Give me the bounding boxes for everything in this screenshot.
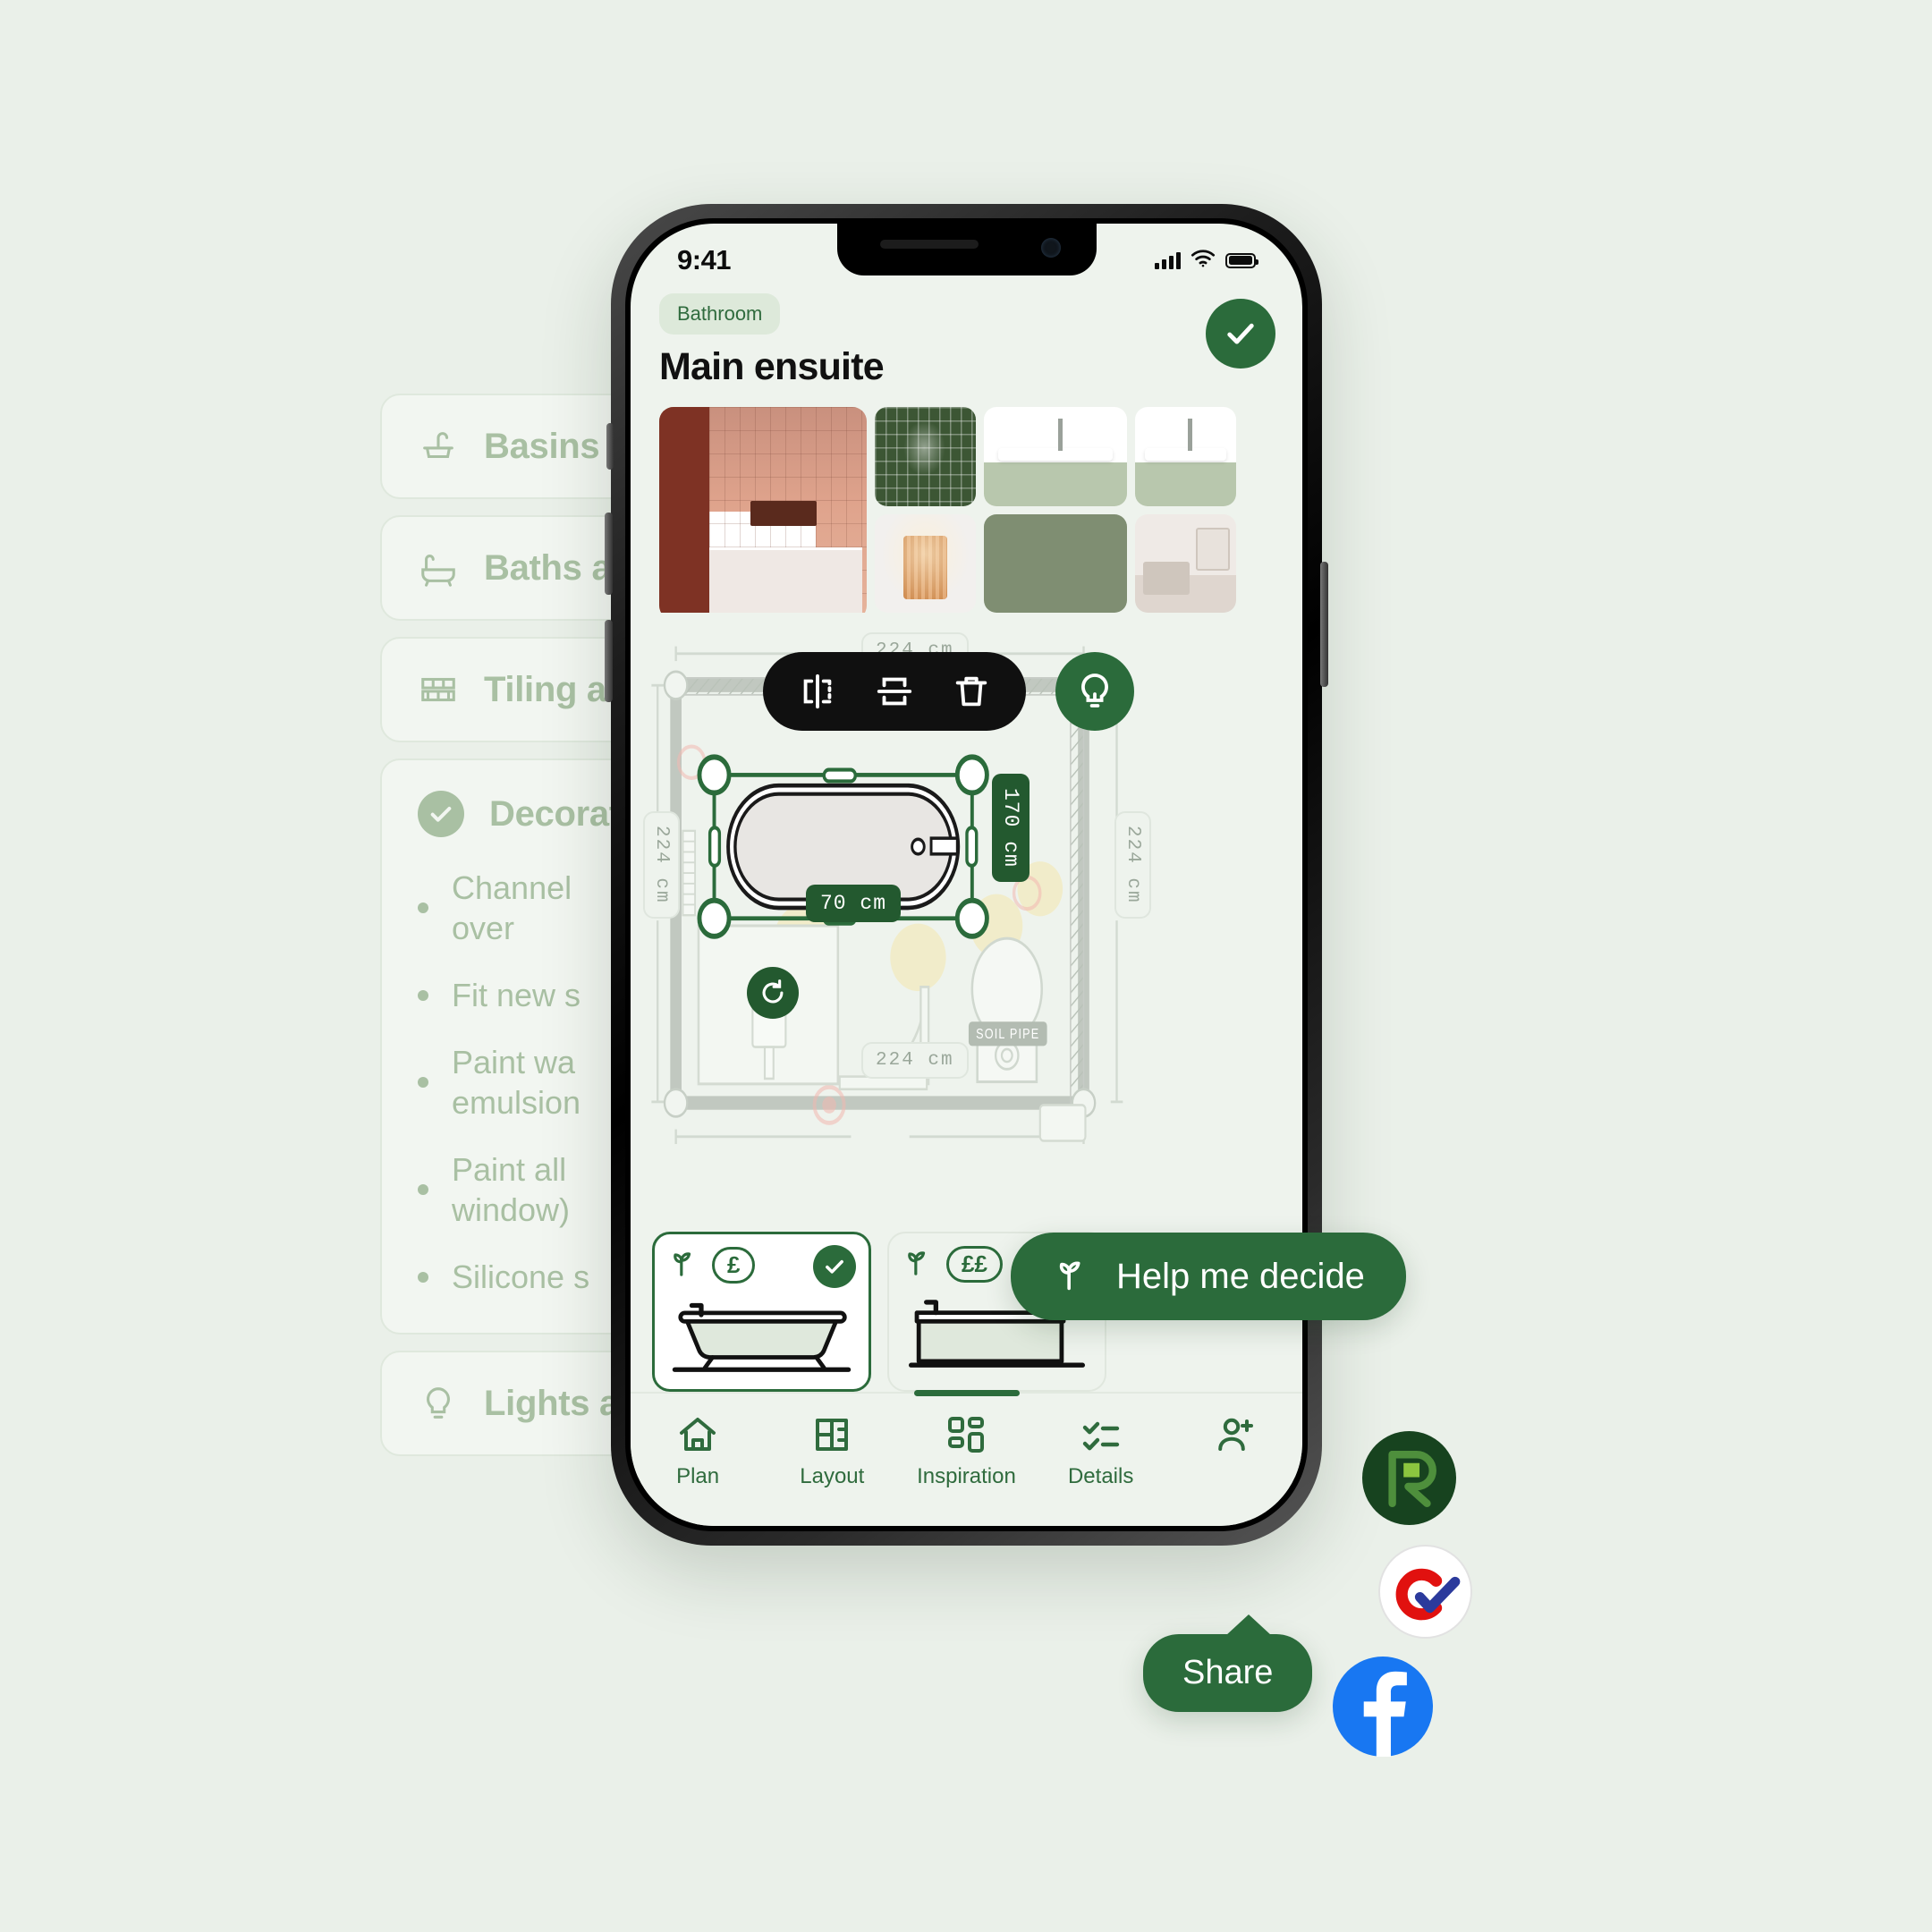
tub-shape (708, 547, 863, 613)
leaf-icon (667, 1248, 701, 1282)
dim-bottom: 224 cm (861, 1042, 969, 1079)
done-button[interactable] (1206, 299, 1275, 369)
leaf-icon (902, 1247, 936, 1281)
gallery-image-terracotta-bathroom[interactable] (659, 407, 867, 613)
gallery-column-c (1135, 407, 1236, 613)
bath-icon (418, 547, 459, 589)
gallery-image-basin-vanity[interactable] (984, 407, 1127, 506)
volume-up-button[interactable] (605, 513, 613, 595)
leaf-icon (1052, 1256, 1093, 1297)
check-circle-icon (418, 791, 464, 837)
product-selected-check-icon (813, 1245, 856, 1288)
floorplan-canvas[interactable]: SOIL PIPE 224 cm 224 cm 224 cm 224 cm 17… (631, 625, 1302, 1226)
gallery-image-basin-2[interactable] (1135, 407, 1236, 506)
resi-logo-badge[interactable] (1362, 1431, 1456, 1525)
product-card-selected[interactable]: £ (652, 1232, 871, 1392)
gallery-column-b (984, 407, 1127, 613)
bg-item-label: Basins (484, 426, 600, 466)
mute-switch[interactable] (606, 423, 614, 470)
resi-r-logo (1388, 1451, 1436, 1508)
layout-icon (810, 1413, 853, 1456)
bottom-tab-bar[interactable]: Plan Layout Inspiration Details (631, 1392, 1302, 1526)
mirror-horizontal-icon[interactable] (797, 671, 838, 712)
gallery-column-a (875, 407, 976, 613)
status-icons (1155, 249, 1258, 272)
bullet-dot (418, 902, 428, 913)
niche-shape (750, 500, 818, 527)
share-tooltip[interactable]: Share (1143, 1614, 1313, 1712)
wifi-icon (1191, 249, 1216, 272)
mirror-vertical-icon[interactable] (874, 671, 915, 712)
home-icon (676, 1413, 719, 1456)
selected-width-tag: 70 cm (806, 885, 902, 922)
gallery-image-room-corner[interactable] (1135, 513, 1236, 613)
bullet-dot (418, 1184, 428, 1195)
gallery-image-green-tile[interactable] (875, 407, 976, 506)
app-header: Bathroom Main ensuite (631, 293, 1302, 389)
basin-icon (418, 426, 459, 467)
svg-text:SOIL PIPE: SOIL PIPE (976, 1026, 1039, 1041)
help-me-decide-button[interactable]: Help me decide (1011, 1233, 1406, 1320)
suggestions-bulb-button[interactable] (1055, 652, 1134, 731)
rotate-button[interactable] (747, 967, 799, 1019)
grid-icon (945, 1413, 987, 1456)
tab-label: Plan (676, 1464, 720, 1488)
list-item-label: Paint wa emulsion (452, 1044, 581, 1121)
price-badge: £ (712, 1247, 756, 1284)
tile-icon (418, 669, 459, 710)
tab-share[interactable] (1177, 1413, 1293, 1464)
share-label: Share (1182, 1654, 1274, 1691)
checkatrade-logo-badge[interactable] (1378, 1545, 1472, 1639)
status-time: 9:41 (677, 244, 732, 275)
list-item-label: Silicone s (452, 1258, 590, 1295)
checklist-icon (1080, 1413, 1123, 1456)
list-item-label: Fit new s (452, 977, 581, 1013)
app-content: Bathroom Main ensuite SOIL PIPE 224 cm 2… (631, 224, 1302, 1526)
screenshot-root: Basins Baths an Tiling an Decorati Chann… (0, 0, 1932, 1932)
bullet-dot (418, 989, 428, 1001)
list-item-label: Channel over (452, 869, 572, 946)
tab-label: Layout (800, 1464, 865, 1488)
tab-details[interactable]: Details (1043, 1413, 1159, 1489)
facebook-logo-badge[interactable] (1333, 1657, 1433, 1757)
person-add-icon (1214, 1413, 1257, 1456)
list-item-label: Paint all window) (452, 1151, 571, 1228)
page-title: Main ensuite (659, 345, 885, 388)
room-type-chip: Bathroom (659, 293, 781, 335)
tab-label: Details (1067, 1464, 1134, 1488)
help-me-decide-label: Help me decide (1116, 1256, 1365, 1296)
object-edit-toolbar[interactable] (763, 652, 1026, 731)
inspiration-gallery[interactable] (631, 389, 1302, 613)
trash-icon[interactable] (951, 671, 992, 712)
phone-screen: 9:41 Bathroom Main ensuite SOIL PIPE 224… (631, 224, 1302, 1526)
dim-left: 224 cm (643, 811, 680, 919)
tab-label: Inspiration (917, 1464, 1016, 1488)
checkatrade-logo (1395, 1568, 1461, 1621)
status-bar: 9:41 (631, 224, 1302, 281)
battery-full-icon (1225, 252, 1258, 268)
selected-length-tag: 170 cm (992, 774, 1030, 882)
tab-inspiration[interactable]: Inspiration (908, 1413, 1024, 1489)
cellular-bars-icon (1155, 251, 1181, 269)
facebook-f-logo (1363, 1671, 1407, 1757)
power-button[interactable] (1320, 562, 1328, 687)
phone-bezel: 9:41 Bathroom Main ensuite SOIL PIPE 224… (625, 218, 1308, 1531)
phone-device: 9:41 Bathroom Main ensuite SOIL PIPE 224… (605, 204, 1328, 1546)
bullet-dot (418, 1077, 428, 1088)
bg-item-label: Decorati (489, 793, 631, 834)
tab-layout[interactable]: Layout (774, 1413, 890, 1489)
bulb-icon (418, 1383, 459, 1424)
price-badge: ££ (946, 1246, 1003, 1283)
volume-down-button[interactable] (605, 620, 613, 702)
dim-right: 224 cm (1114, 811, 1151, 919)
freestanding-bath-icon (667, 1287, 856, 1377)
bullet-dot (418, 1271, 428, 1283)
gallery-swatch-sage[interactable] (984, 513, 1127, 613)
gallery-image-wall-light[interactable] (875, 513, 976, 613)
tab-plan[interactable]: Plan (640, 1413, 756, 1489)
